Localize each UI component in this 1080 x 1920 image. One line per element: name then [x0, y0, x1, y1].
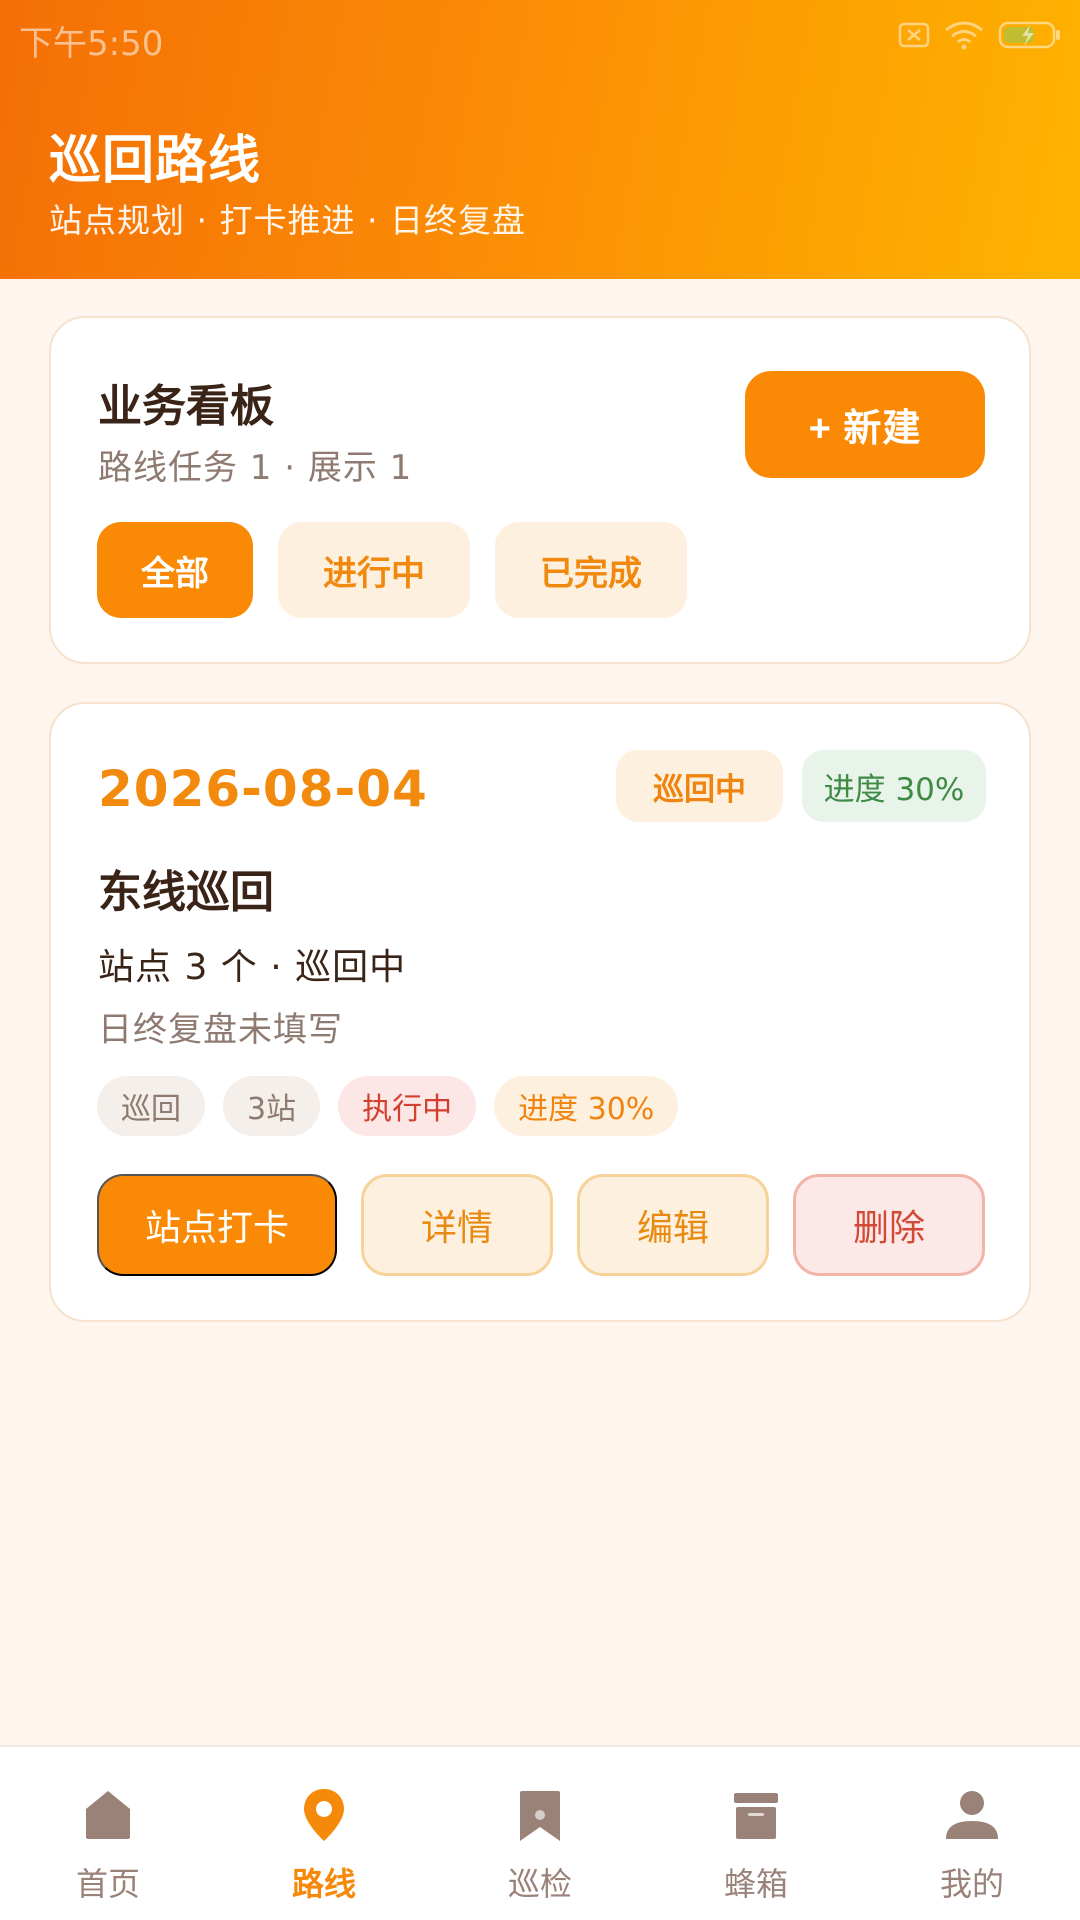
new-route-button[interactable]: + 新建	[745, 371, 985, 478]
nav-item-inspection[interactable]: 巡检	[432, 1747, 648, 1920]
nav-label-route: 路线	[291, 1865, 356, 1903]
location-pin-icon	[292, 1783, 356, 1847]
user-icon	[940, 1783, 1004, 1847]
page-title: 巡回路线	[49, 131, 262, 191]
checkin-button[interactable]: 站点打卡	[97, 1174, 337, 1276]
nav-item-route[interactable]: 路线	[216, 1747, 432, 1920]
home-icon	[76, 1783, 140, 1847]
tag-station-count: 3站	[223, 1076, 321, 1136]
route-review-status: 日终复盘未填写	[98, 1010, 343, 1050]
nav-label-inspection: 巡检	[507, 1865, 572, 1903]
route-tags: 巡回 3站 执行中 进度 30%	[97, 1076, 679, 1136]
filter-completed[interactable]: 已完成	[495, 522, 687, 618]
route-card[interactable]: 2026-08-04 巡回中 进度 30% 东线巡回 站点 3 个 · 巡回中 …	[49, 702, 1031, 1322]
board-summary: 路线任务 1 · 展示 1	[98, 448, 413, 488]
route-meta: 站点 3 个 · 巡回中	[98, 947, 407, 988]
bottom-nav: 首页 路线 巡检 蜂箱 我的	[0, 1745, 1080, 1920]
tag-progress: 进度 30%	[494, 1076, 679, 1136]
notification-muted-icon	[898, 21, 930, 49]
nav-item-mine[interactable]: 我的	[864, 1747, 1080, 1920]
route-date: 2026-08-04	[98, 760, 428, 818]
details-button[interactable]: 详情	[361, 1174, 553, 1276]
business-board-card: 业务看板 路线任务 1 · 展示 1 + 新建 全部 进行中 已完成	[49, 316, 1031, 664]
board-title: 业务看板	[98, 381, 274, 432]
nav-label-mine: 我的	[939, 1865, 1004, 1903]
nav-label-home: 首页	[75, 1865, 140, 1903]
delete-button[interactable]: 删除	[793, 1174, 985, 1276]
filter-tabs: 全部 进行中 已完成	[97, 522, 687, 618]
filter-all[interactable]: 全部	[97, 522, 253, 618]
status-icons	[898, 20, 1062, 50]
wifi-icon	[944, 20, 984, 50]
nav-item-hive[interactable]: 蜂箱	[648, 1747, 864, 1920]
page-header: 下午5:50 巡回路线 站点规划 · 打卡推进 · 日终复盘	[0, 0, 1080, 279]
tag-executing: 执行中	[338, 1076, 477, 1136]
route-actions: 站点打卡 详情 编辑 删除	[97, 1174, 985, 1276]
app-screen: 下午5:50 巡回路线 站点规划 · 打卡推进 · 日终复盘 业务看板 路线任务…	[0, 0, 1080, 1920]
status-time: 下午5:50	[19, 24, 164, 64]
nav-item-home[interactable]: 首页	[0, 1747, 216, 1920]
filter-in-progress[interactable]: 进行中	[278, 522, 470, 618]
route-progress-badge: 进度 30%	[802, 750, 986, 822]
box-icon	[724, 1783, 788, 1847]
battery-charging-icon	[998, 20, 1062, 50]
route-name: 东线巡回	[98, 867, 274, 918]
route-status-badge: 巡回中	[616, 750, 783, 822]
tag-type: 巡回	[97, 1076, 205, 1136]
nav-label-hive: 蜂箱	[723, 1865, 788, 1903]
status-bar: 下午5:50	[0, 0, 1080, 74]
edit-button[interactable]: 编辑	[577, 1174, 769, 1276]
page-subtitle: 站点规划 · 打卡推进 · 日终复盘	[49, 201, 526, 240]
bookmark-icon	[508, 1783, 572, 1847]
